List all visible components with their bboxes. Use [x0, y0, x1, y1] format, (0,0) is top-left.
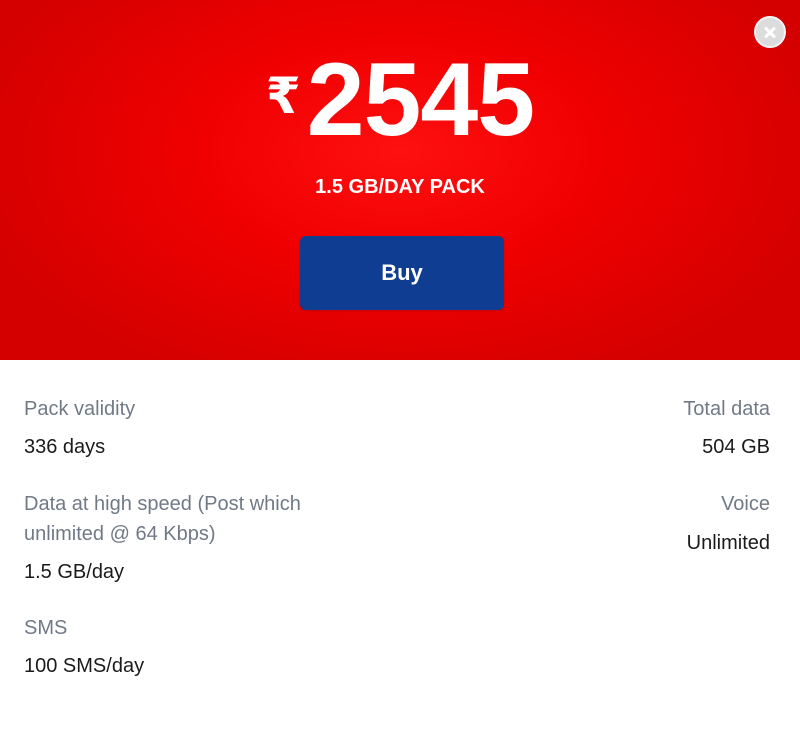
price-amount: 2545 — [306, 42, 535, 158]
high-speed-data-label-line2: unlimited @ 64 Kbps) — [24, 523, 216, 545]
high-speed-data-value: 1.5 GB/day — [24, 561, 125, 583]
high-speed-data-label-line1: Data at high speed (Post which — [24, 493, 301, 515]
plan-hero-banner: ₹2545 1.5 GB/DAY PACK Buy — [0, 0, 800, 360]
buy-button[interactable]: Buy — [300, 236, 504, 310]
plan-details-card: ₹2545 1.5 GB/DAY PACK Buy Pack validity … — [0, 0, 800, 729]
total-data-value: 504 GB — [702, 436, 770, 458]
rupee-currency-symbol: ₹ — [265, 68, 301, 124]
plan-price: ₹2545 — [0, 40, 800, 160]
pack-name: 1.5 GB/DAY PACK — [315, 176, 485, 198]
pack-validity-label: Pack validity — [24, 398, 136, 420]
sms-label: SMS — [24, 617, 68, 639]
sms-value: 100 SMS/day — [24, 655, 145, 677]
pack-validity-value: 336 days — [24, 436, 106, 458]
voice-label: Voice — [721, 493, 770, 515]
voice-value: Unlimited — [686, 532, 770, 554]
total-data-label: Total data — [683, 398, 770, 420]
